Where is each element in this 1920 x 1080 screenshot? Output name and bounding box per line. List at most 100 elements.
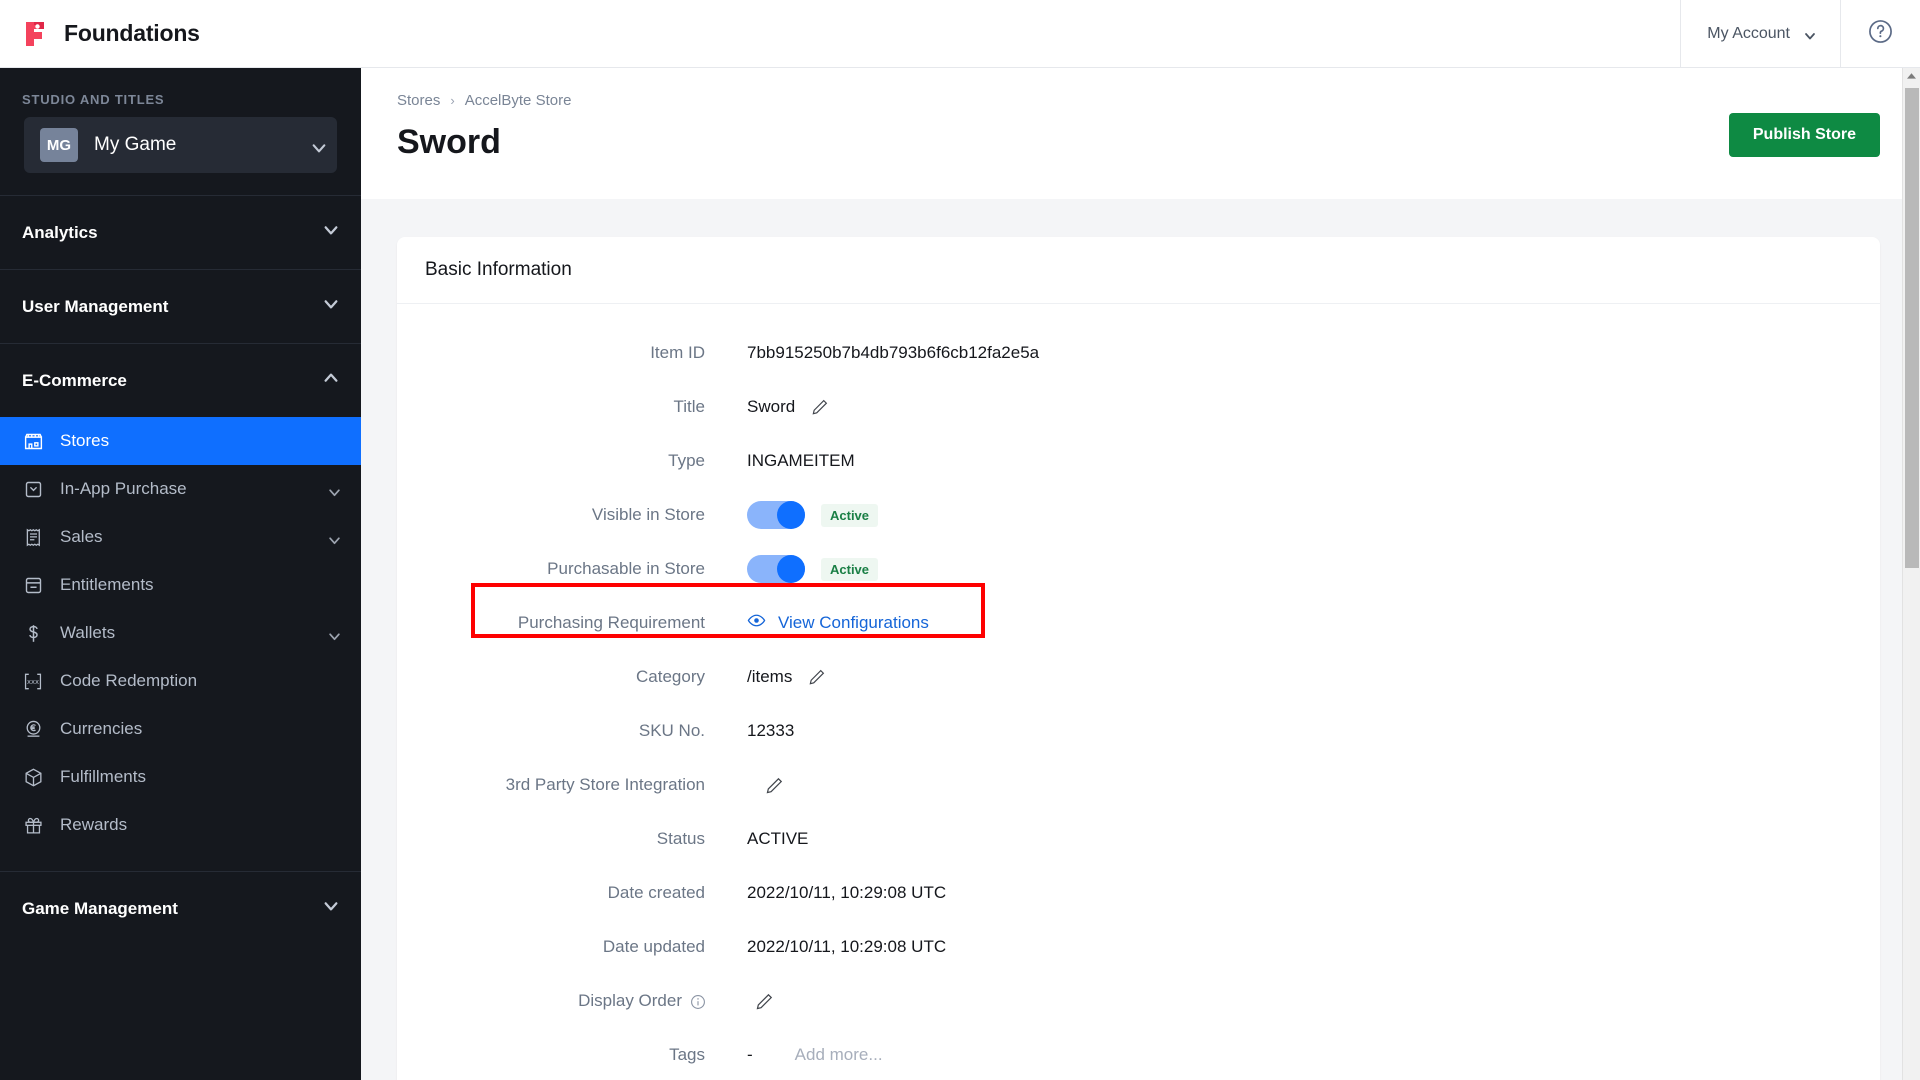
field-label: Item ID: [650, 343, 705, 362]
chevron-up-icon: [323, 370, 339, 391]
field-row-purchasable-in-store: Purchasable in Store Active: [397, 542, 1880, 596]
field-row-status: Status ACTIVE: [397, 812, 1880, 866]
sidebar: STUDIO AND TITLES MG My Game Analytics U…: [0, 68, 361, 1080]
chevron-down-icon: [1804, 29, 1815, 39]
field-value-wrap: Active: [747, 555, 1880, 583]
field-label: Display Order: [578, 991, 682, 1010]
card-heading: Basic Information: [397, 237, 1880, 304]
view-configurations-link[interactable]: View Configurations: [747, 611, 929, 635]
status-badge: Active: [821, 557, 879, 581]
studio-selector[interactable]: MG My Game: [24, 117, 337, 173]
top-bar: Foundations My Account: [0, 0, 1920, 68]
field-value-wrap: Active: [747, 501, 1880, 529]
field-row-purchasing-requirement: Purchasing Requirement View Configuratio…: [397, 596, 1880, 650]
sidebar-section-user-management[interactable]: User Management: [0, 269, 361, 343]
field-value: INGAMEITEM: [747, 451, 855, 470]
field-value: 2022/10/11, 10:29:08 UTC: [747, 937, 947, 956]
sidebar-item-in-app-purchase[interactable]: In-App Purchase: [0, 465, 361, 513]
sidebar-section-label: Game Management: [22, 898, 178, 918]
sidebar-item-label: Code Redemption: [60, 671, 198, 690]
sidebar-item-label: Sales: [60, 527, 103, 546]
field-row-3rd-party-store-integration: 3rd Party Store Integration: [397, 758, 1880, 812]
sidebar-item-code-redemption[interactable]: xxx Code Redemption: [0, 657, 361, 705]
scroll-up-arrow-icon[interactable]: [1903, 68, 1920, 84]
brand-logo[interactable]: Foundations: [0, 20, 200, 48]
field-label: Type: [668, 451, 705, 470]
store-icon: [22, 430, 44, 452]
field-label: Tags: [669, 1045, 705, 1064]
gift-icon: [22, 814, 44, 836]
vertical-scrollbar[interactable]: [1902, 68, 1920, 1080]
edit-pencil-icon[interactable]: [765, 776, 783, 794]
sidebar-item-fulfillments[interactable]: Fulfillments: [0, 753, 361, 801]
edit-pencil-icon[interactable]: [808, 668, 826, 686]
eye-icon: [747, 611, 766, 635]
scrollbar-thumb[interactable]: [1905, 88, 1919, 568]
breadcrumb-item-accelbyte-store[interactable]: AccelByte Store: [465, 92, 572, 109]
field-row-sku-no: SKU No. 12333: [397, 704, 1880, 758]
page-header: Stores › AccelByte Store Sword Publish S…: [361, 68, 1920, 199]
sidebar-item-wallets[interactable]: Wallets: [0, 609, 361, 657]
field-label: SKU No.: [638, 721, 705, 740]
field-row-date-updated: Date updated 2022/10/11, 10:29:08 UTC: [397, 920, 1880, 974]
publish-store-button[interactable]: Publish Store: [1728, 113, 1880, 157]
field-value-wrap: 2022/10/11, 10:29:08 UTC: [747, 883, 1880, 903]
chevron-down-icon: [323, 898, 339, 919]
field-value-wrap: [747, 776, 1880, 794]
currency-coin-icon: [22, 718, 44, 740]
field-value: -: [747, 1045, 753, 1064]
studio-avatar: MG: [40, 128, 78, 162]
sidebar-item-entitlements[interactable]: Entitlements: [0, 561, 361, 609]
breadcrumb-separator: ›: [450, 93, 455, 108]
breadcrumb-item-stores[interactable]: Stores: [397, 92, 440, 109]
field-value: Sword: [747, 397, 796, 416]
sidebar-item-stores[interactable]: Stores: [0, 417, 361, 465]
field-value-wrap: Sword: [747, 397, 1880, 417]
field-row-category: Category /items: [397, 650, 1880, 704]
visible-in-store-toggle[interactable]: [747, 501, 805, 529]
field-value-wrap: View Configurations: [747, 611, 1880, 635]
svg-text:xxx: xxx: [27, 678, 39, 686]
purchasable-in-store-toggle[interactable]: [747, 555, 805, 583]
studio-and-titles-heading: STUDIO AND TITLES: [22, 92, 165, 107]
field-label: 3rd Party Store Integration: [505, 775, 705, 794]
help-circle-icon: [1867, 18, 1894, 50]
sidebar-section-analytics[interactable]: Analytics: [0, 195, 361, 269]
sidebar-item-label: Rewards: [60, 815, 128, 834]
receipt-icon: [22, 526, 44, 548]
field-label: Date updated: [602, 937, 705, 956]
field-value-wrap: ACTIVE: [747, 829, 1880, 849]
field-row-tags: Tags - Add more...: [397, 1028, 1880, 1080]
edit-pencil-icon[interactable]: [811, 398, 829, 416]
info-circle-icon[interactable]: [690, 994, 705, 1009]
toggle-knob: [777, 555, 805, 583]
sidebar-section-e-commerce[interactable]: E-Commerce: [0, 343, 361, 417]
edit-pencil-icon[interactable]: [755, 992, 773, 1010]
studio-name: My Game: [94, 134, 177, 155]
my-account-menu[interactable]: My Account: [1680, 0, 1840, 68]
dollar-icon: [22, 622, 44, 644]
sidebar-section-game-management[interactable]: Game Management: [0, 871, 361, 945]
tags-add-more-input[interactable]: Add more...: [795, 1045, 883, 1065]
chevron-down-icon: [323, 296, 339, 317]
link-label: View Configurations: [778, 613, 929, 632]
chevron-down-icon: [311, 140, 326, 153]
breadcrumb: Stores › AccelByte Store: [397, 92, 1880, 109]
field-value: 2022/10/11, 10:29:08 UTC: [747, 883, 947, 902]
sidebar-item-sales[interactable]: Sales: [0, 513, 361, 561]
code-brackets-icon: xxx: [22, 670, 44, 692]
basic-information-card: Basic Information Item ID 7bb915250b7b4d…: [397, 237, 1880, 1080]
field-value: 12333: [747, 721, 795, 740]
my-account-label: My Account: [1707, 24, 1790, 42]
sidebar-item-rewards[interactable]: Rewards: [0, 801, 361, 849]
main-content: Stores › AccelByte Store Sword Publish S…: [361, 68, 1920, 1080]
sidebar-item-currencies[interactable]: Currencies: [0, 705, 361, 753]
field-row-title: Title Sword: [397, 380, 1880, 434]
sidebar-item-label: Stores: [60, 431, 110, 450]
field-row-display-order: Display Order: [397, 974, 1880, 1028]
foundations-logo-icon: [24, 20, 52, 48]
sidebar-item-label: In-App Purchase: [60, 479, 187, 498]
package-icon: [22, 766, 44, 788]
help-button[interactable]: [1840, 0, 1920, 68]
field-row-date-created: Date created 2022/10/11, 10:29:08 UTC: [397, 866, 1880, 920]
